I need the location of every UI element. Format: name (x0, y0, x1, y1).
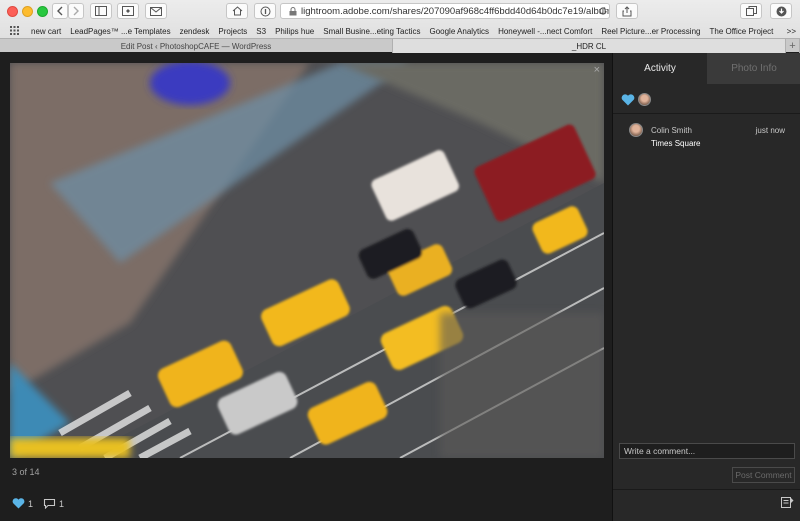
url-text: lightroom.adobe.com/shares/207090af968c4… (301, 5, 610, 17)
post-comment-button[interactable]: Post Comment (732, 467, 795, 483)
browser-toolbar: lightroom.adobe.com/shares/207090af968c4… (0, 0, 800, 22)
zoom-window-button[interactable] (37, 6, 48, 17)
back-button[interactable] (52, 3, 68, 19)
comment-item: Colin Smith just now Times Square (629, 123, 795, 148)
photo-times-square[interactable]: × (10, 63, 604, 458)
reload-button[interactable] (596, 3, 610, 19)
bookmarks-grid-icon[interactable] (10, 25, 19, 37)
mail-button[interactable] (145, 3, 167, 19)
likes-row (621, 93, 651, 106)
top-sites-icon (122, 6, 134, 16)
chevron-left-icon (57, 6, 63, 16)
likes-count: 1 (28, 498, 34, 509)
bookmark-item[interactable]: LeadPages™ ...e Templates (70, 27, 170, 36)
close-photo-icon[interactable]: × (594, 64, 600, 76)
bookmark-item[interactable]: Projects (218, 27, 247, 36)
minimize-window-button[interactable] (22, 6, 33, 17)
photo-counter: 3 of 14 (12, 467, 40, 477)
tabs-icon (745, 6, 757, 16)
compose-icon[interactable] (781, 495, 794, 513)
lock-icon (289, 6, 297, 15)
photo-stats: 1 1 (12, 498, 64, 509)
commenter-avatar[interactable] (629, 123, 643, 137)
close-window-button[interactable] (7, 6, 18, 17)
top-sites-button[interactable] (117, 3, 139, 19)
tab-photo-info[interactable]: Photo Info (707, 53, 800, 84)
reload-icon (599, 7, 607, 15)
bookmark-item[interactable]: The Office Project (709, 27, 773, 36)
bookmark-item[interactable]: Google Analytics (429, 27, 489, 36)
bookmarks-overflow-button[interactable]: >> (787, 27, 796, 36)
chevron-right-icon (73, 6, 79, 16)
reader-button[interactable] (254, 3, 276, 19)
bookmark-item[interactable]: Philips hue (275, 27, 314, 36)
home-button[interactable] (226, 3, 248, 19)
comment-author: Colin Smith (651, 125, 692, 135)
share-icon (622, 5, 632, 16)
comment-input[interactable]: Write a comment... (619, 443, 795, 459)
share-button[interactable] (616, 3, 638, 19)
tab-wordpress[interactable]: Edit Post ‹ PhotoshopCAFE — WordPress (0, 39, 393, 53)
tab-hdr-cl[interactable]: _HDR CL (393, 39, 786, 53)
comment-header: Colin Smith just now (629, 123, 795, 137)
photo-image (10, 63, 604, 458)
sidebar-toggle-button[interactable] (90, 3, 112, 19)
tab-overview-button[interactable] (740, 3, 762, 19)
liked-heart-icon[interactable] (621, 93, 635, 106)
panel-tabs: Activity Photo Info (613, 53, 800, 84)
tab-bar: Edit Post ‹ PhotoshopCAFE — WordPress _H… (0, 38, 800, 53)
photo-viewer: × 3 of 14 1 1 (0, 53, 612, 521)
tab-activity[interactable]: Activity (613, 53, 707, 84)
new-tab-button[interactable]: + (786, 39, 800, 53)
comment-time: just now (755, 125, 785, 135)
home-icon (232, 6, 242, 16)
envelope-icon (150, 6, 162, 16)
bookmark-item[interactable]: Honeywell -...nect Comfort (498, 27, 592, 36)
sidebar-icon (95, 6, 107, 16)
bookmark-item[interactable]: zendesk (180, 27, 210, 36)
downloads-button[interactable] (770, 3, 792, 19)
bookmarks-bar: new cart LeadPages™ ...e Templates zende… (0, 24, 800, 38)
bookmark-item[interactable]: new cart (31, 27, 61, 36)
comment-text: Times Square (651, 139, 701, 148)
bookmark-item[interactable]: Reel Picture...er Processing (601, 27, 700, 36)
bookmark-item[interactable]: Small Busine...eting Tactics (323, 27, 420, 36)
info-icon (260, 6, 270, 16)
liker-avatar[interactable] (638, 93, 651, 106)
browser-chrome: lightroom.adobe.com/shares/207090af968c4… (0, 0, 800, 53)
bookmark-item[interactable]: S3 (256, 27, 266, 36)
comments-count: 1 (59, 498, 65, 509)
comment-bubble-icon[interactable] (43, 498, 56, 509)
forward-button[interactable] (68, 3, 84, 19)
activity-panel: Activity Photo Info Colin Smith just now… (612, 53, 800, 521)
address-bar[interactable]: lightroom.adobe.com/shares/207090af968c4… (280, 3, 610, 19)
panel-footer-divider (613, 489, 800, 490)
panel-divider (613, 113, 800, 114)
download-icon (776, 6, 786, 16)
heart-icon[interactable] (12, 498, 25, 509)
